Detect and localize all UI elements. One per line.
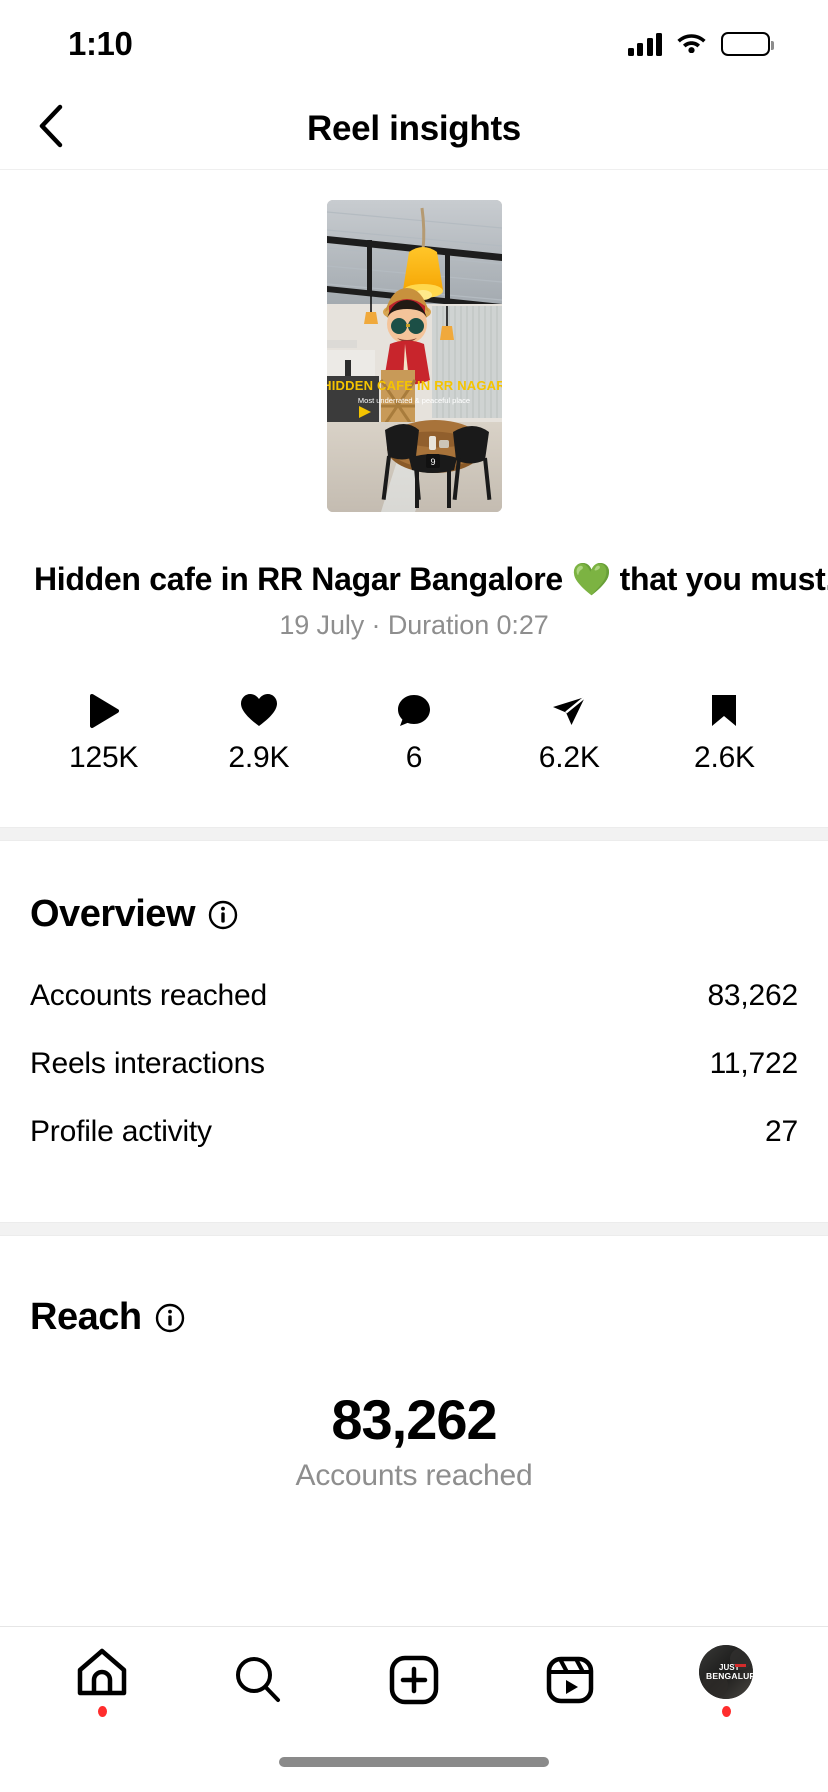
battery-icon <box>721 32 774 56</box>
heart-icon <box>240 693 278 729</box>
thumbnail-container: HIDDEN CAFE IN RR NAGAR Most underrated … <box>0 170 828 512</box>
caption-tail: that you must... <box>611 561 828 597</box>
home-icon <box>76 1643 128 1701</box>
play-icon <box>87 693 121 729</box>
row-label: Reels interactions <box>30 1047 265 1080</box>
svg-text:9: 9 <box>430 457 435 467</box>
reach-big-label: Accounts reached <box>295 1458 533 1492</box>
row-value: 27 <box>765 1115 798 1148</box>
reach-section: Reach 83,262 Accounts reached <box>0 1236 828 1493</box>
svg-text:Most underrated & peaceful pla: Most underrated & peaceful place <box>357 396 469 405</box>
row-value: 11,722 <box>709 1047 799 1080</box>
row-label: Profile activity <box>30 1115 212 1148</box>
back-chevron-icon <box>37 104 63 153</box>
stat-shares-value: 6.2K <box>538 741 600 774</box>
stat-comments-value: 6 <box>405 741 423 774</box>
back-button[interactable] <box>22 101 78 157</box>
reach-header: Reach <box>30 1296 798 1339</box>
home-indicator[interactable] <box>279 1757 549 1767</box>
stat-plays-value: 125K <box>68 741 139 774</box>
reel-insights-screen: 1:10 Reel insights HIDDEN CAFE IN RR NAG… <box>0 0 828 1792</box>
caption-text: Hidden cafe in RR Nagar Bangalore <box>34 561 572 597</box>
info-circle-icon[interactable] <box>208 900 238 930</box>
stat-comments[interactable]: 6 <box>336 693 491 775</box>
profile-badge-dot <box>721 1705 731 1717</box>
plus-box-icon <box>388 1651 440 1709</box>
share-icon <box>550 693 588 729</box>
home-badge-dot <box>97 1705 107 1717</box>
thumbnail-art: HIDDEN CAFE IN RR NAGAR Most underrated … <box>326 200 502 512</box>
tab-profile[interactable]: JUST BENGALURU <box>648 1627 804 1732</box>
avatar-icon: JUST BENGALURU <box>699 1644 753 1699</box>
bookmark-icon <box>709 693 739 729</box>
reel-meta: 19 July · Duration 0:27 <box>279 610 549 640</box>
status-time: 1:10 <box>68 25 133 62</box>
green-heart-emoji: 💚 <box>571 561 612 597</box>
avatar: JUST BENGALURU <box>699 1643 753 1701</box>
overview-row-reels-interactions[interactable]: Reels interactions 11,722 <box>30 1030 798 1098</box>
tab-home[interactable] <box>24 1627 180 1732</box>
page-title: Reel insights <box>307 108 521 148</box>
svg-text:HIDDEN CAFE IN RR NAGAR: HIDDEN CAFE IN RR NAGAR <box>327 378 502 393</box>
tab-reels[interactable] <box>492 1627 648 1732</box>
engagement-stats-row: 125K 2.9K 6 6.2K 2.6K <box>0 693 828 775</box>
reels-icon <box>544 1651 596 1709</box>
reach-big-number: 83,262 <box>331 1388 497 1451</box>
insights-content: HIDDEN CAFE IN RR NAGAR Most underrated … <box>0 170 828 1626</box>
section-divider-1 <box>0 827 828 841</box>
stat-shares[interactable]: 6.2K <box>492 693 647 775</box>
tab-create[interactable] <box>336 1627 492 1732</box>
home-indicator-area <box>0 1732 828 1792</box>
stat-plays[interactable]: 125K <box>26 693 181 775</box>
overview-row-profile-activity[interactable]: Profile activity 27 <box>30 1098 798 1166</box>
reach-title: Reach <box>30 1296 142 1338</box>
status-icons <box>627 30 774 58</box>
row-value: 83,262 <box>707 979 798 1012</box>
nav-header: Reel insights <box>0 88 828 170</box>
reach-summary: 83,262 Accounts reached <box>30 1389 798 1493</box>
search-icon <box>232 1651 284 1709</box>
avatar-image: JUST BENGALURU <box>699 1644 753 1699</box>
overview-rows: Accounts reached 83,262 Reels interactio… <box>30 962 798 1166</box>
overview-section: Overview Accounts reached 83,262 Reels i… <box>0 841 828 1166</box>
status-bar: 1:10 <box>0 0 828 88</box>
overview-row-accounts-reached[interactable]: Accounts reached 83,262 <box>30 962 798 1030</box>
bottom-tab-bar: JUST BENGALURU <box>0 1626 828 1732</box>
section-divider-2 <box>0 1222 828 1236</box>
stat-likes[interactable]: 2.9K <box>181 693 336 775</box>
reel-caption: Hidden cafe in RR Nagar Bangalore 💚 that… <box>0 560 828 598</box>
reel-thumbnail[interactable]: HIDDEN CAFE IN RR NAGAR Most underrated … <box>326 200 502 512</box>
comment-icon <box>396 693 432 729</box>
overview-header: Overview <box>30 893 798 936</box>
cellular-signal-icon <box>627 32 662 56</box>
stat-saves[interactable]: 2.6K <box>647 693 802 775</box>
stat-saves-value: 2.6K <box>693 741 755 774</box>
row-label: Accounts reached <box>30 979 267 1012</box>
wifi-icon <box>676 30 707 58</box>
overview-title: Overview <box>30 893 196 935</box>
tab-search[interactable] <box>180 1627 336 1732</box>
stat-likes-value: 2.9K <box>228 741 290 774</box>
info-circle-icon[interactable] <box>155 1303 185 1333</box>
svg-text:BENGALURU: BENGALURU <box>706 1671 753 1681</box>
